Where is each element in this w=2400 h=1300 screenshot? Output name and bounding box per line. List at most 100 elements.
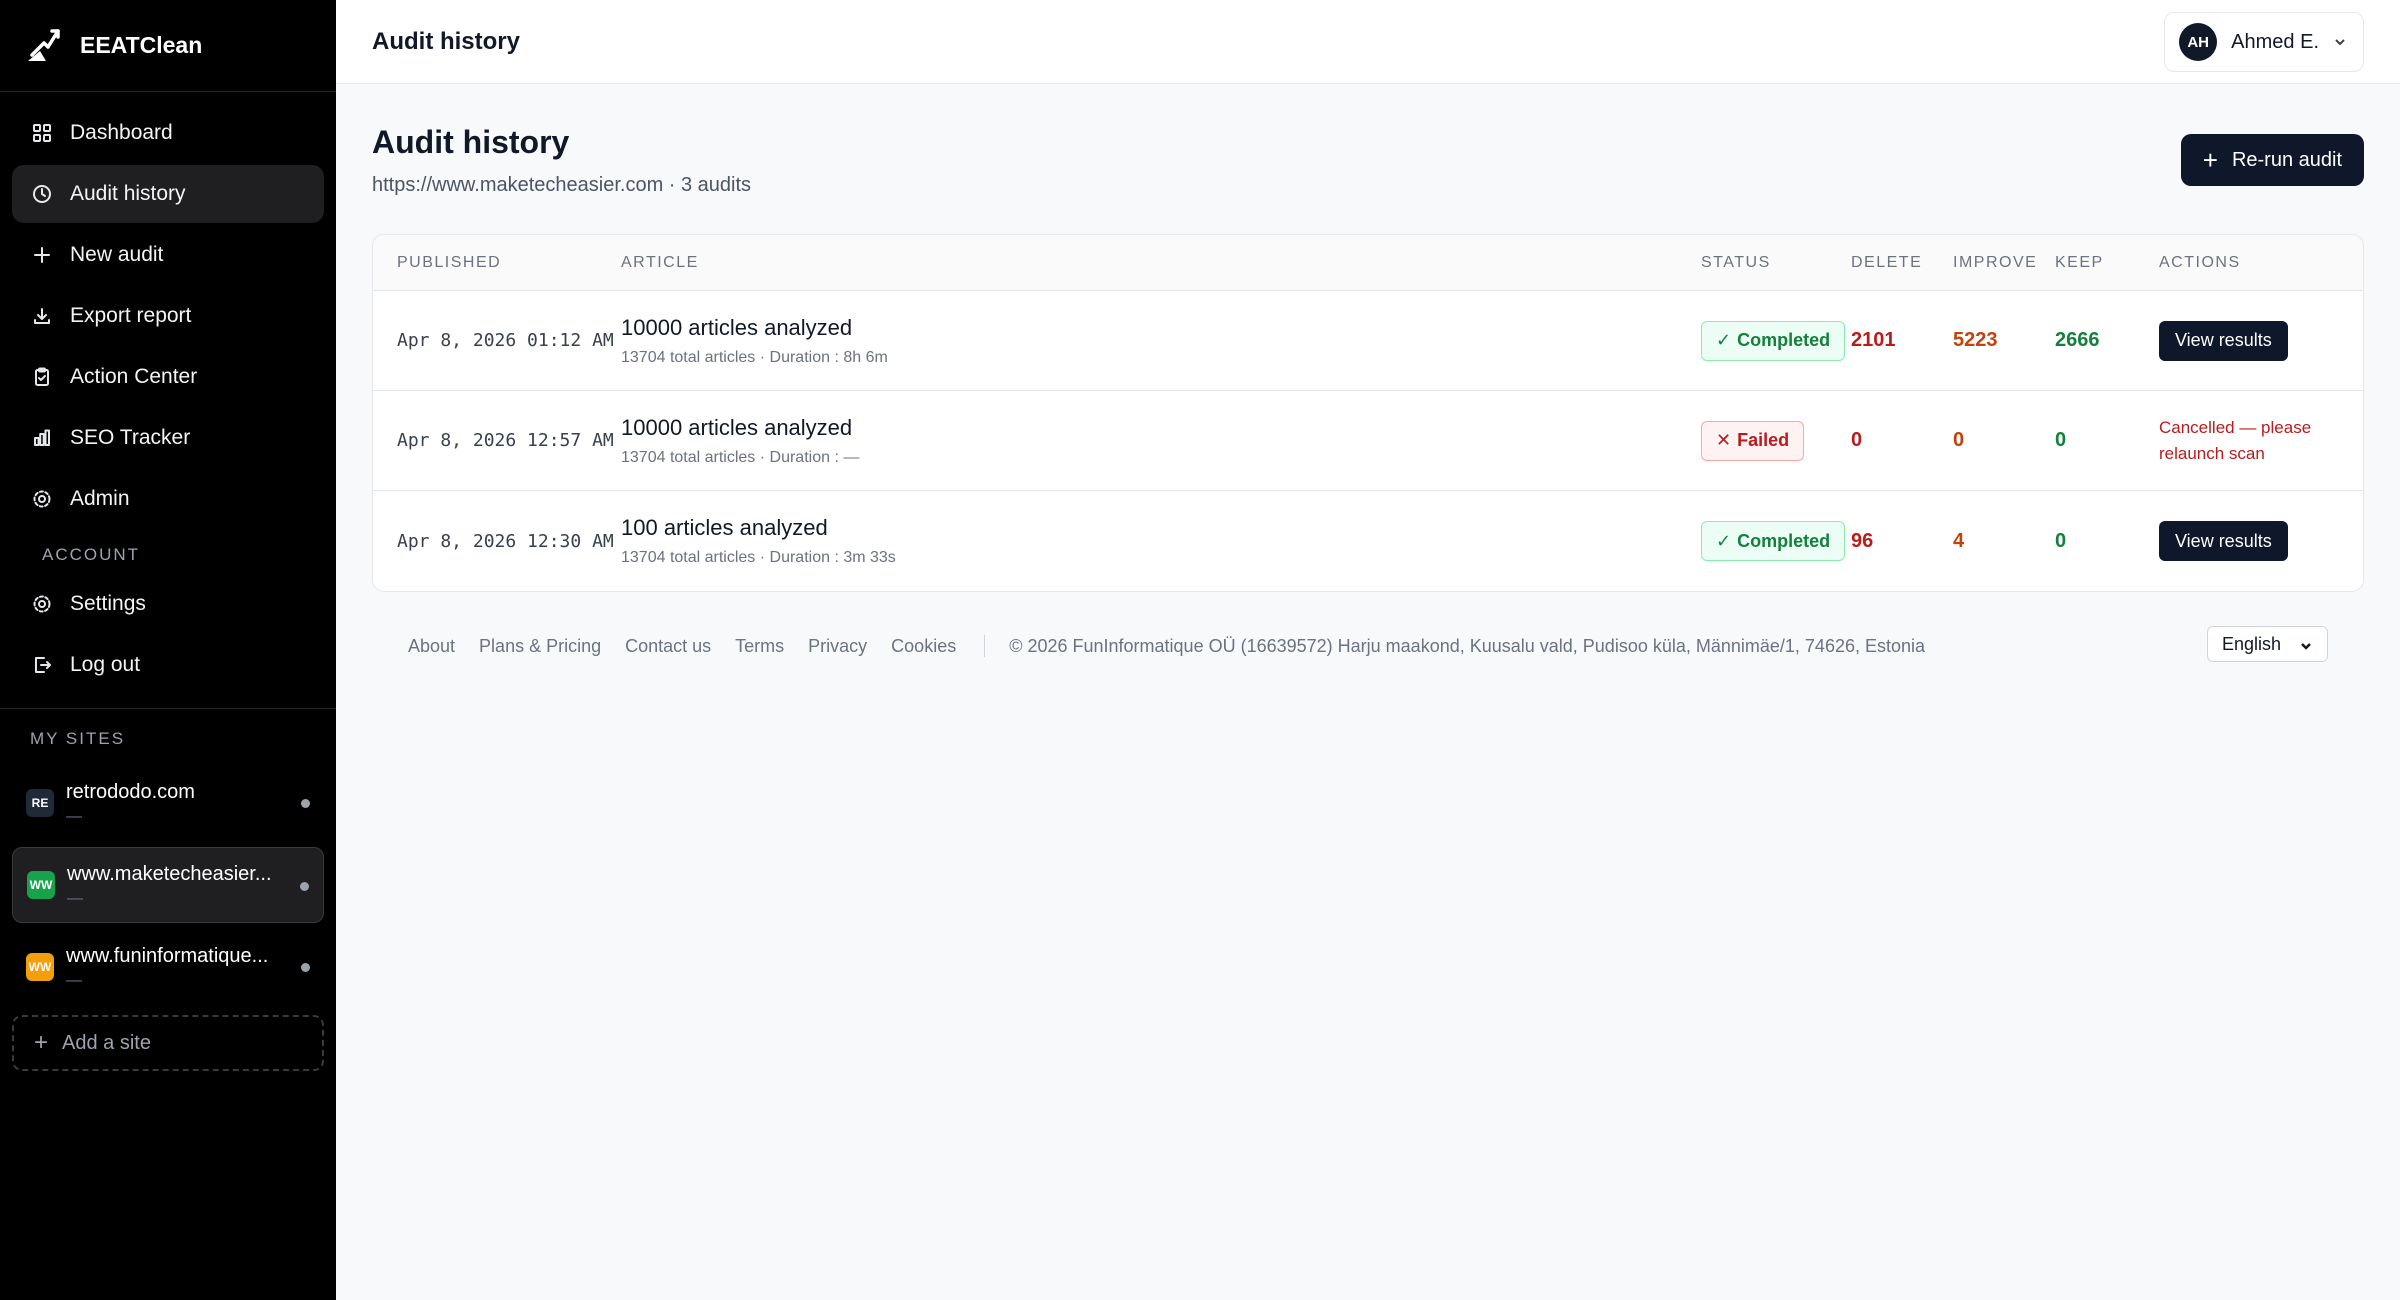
delete-count: 2101 (1851, 329, 1896, 351)
main-content: Audit history https://www.maketecheasier… (336, 84, 2400, 1300)
gear-icon (32, 594, 52, 614)
improve-count: 4 (1953, 529, 1965, 552)
site-name: retrododo.com (66, 780, 195, 803)
footer-link-about[interactable]: About (408, 636, 455, 657)
article-cell: 100 articles analyzed 13704 total articl… (621, 515, 896, 567)
gear-icon (32, 489, 52, 509)
brand-name: EEATClean (80, 32, 203, 58)
column-header-article: ARTICLE (621, 253, 699, 271)
column-header-delete: DELETE (1851, 253, 1923, 271)
status-label: Completed (1737, 530, 1831, 551)
status-badge: ✓ Completed (1701, 320, 1846, 361)
nav-item-settings[interactable]: Settings (12, 575, 324, 633)
site-sub: — (66, 971, 82, 989)
footer-link-cookies[interactable]: Cookies (891, 636, 956, 657)
published-date: Apr 8, 2026 01:12 AM (397, 330, 614, 351)
nav-item-dashboard[interactable]: Dashboard (12, 104, 324, 162)
clipboard-icon (32, 367, 52, 387)
article-title: 10000 articles analyzed (621, 314, 853, 340)
article-cell: 10000 articles analyzed 13704 total arti… (621, 315, 888, 367)
rerun-audit-button[interactable]: + Re-run audit (2180, 134, 2364, 186)
footer-link-contact[interactable]: Contact us (625, 636, 711, 657)
add-site-label: Add a site (62, 1031, 151, 1054)
site-item[interactable]: WW www.funinformatique... — (12, 929, 324, 1005)
article-title: 100 articles analyzed (621, 515, 828, 540)
nav-item-seo-tracker[interactable]: SEO Tracker (12, 409, 324, 467)
nav-label: Dashboard (70, 121, 173, 144)
topbar-title: Audit history (372, 27, 520, 55)
chevron-down-icon (2333, 35, 2347, 49)
view-results-button[interactable]: View results (2159, 320, 2288, 361)
nav-item-new-audit[interactable]: New audit (12, 226, 324, 284)
chevron-down-icon (2299, 637, 2313, 651)
footer-link-privacy[interactable]: Privacy (808, 636, 867, 657)
column-header-actions: ACTIONS (2159, 253, 2241, 271)
site-item[interactable]: WW www.maketecheasier... — (12, 847, 324, 923)
nav-label: New audit (70, 243, 164, 266)
rerun-label: Re-run audit (2231, 148, 2342, 171)
delete-count: 0 (1851, 429, 1863, 451)
grid-icon (32, 123, 52, 143)
article-cell: 10000 articles analyzed 13704 total arti… (621, 415, 859, 467)
nav-item-export-report[interactable]: Export report (12, 287, 324, 345)
status-badge: ✓ Completed (1701, 521, 1846, 561)
account-section-label: ACCOUNT (42, 545, 141, 564)
top-bar: Audit history AH Ahmed E. (336, 0, 2400, 84)
table-row: Apr 8, 2026 12:57 AM 10000 articles anal… (373, 391, 2363, 491)
site-name: www.maketecheasier... (67, 862, 272, 885)
table-row: Apr 8, 2026 12:30 AM 100 articles analyz… (373, 491, 2363, 591)
language-select[interactable]: English (2206, 626, 2328, 662)
add-site-button[interactable]: + Add a site (12, 1015, 324, 1071)
page-title: Audit history (372, 124, 570, 160)
site-badge: RE (26, 789, 54, 817)
nav-label: Settings (70, 592, 146, 615)
footer-link-terms[interactable]: Terms (735, 636, 784, 657)
site-badge: WW (26, 953, 54, 981)
clock-icon (32, 184, 52, 204)
article-meta: 13704 total articles · Duration : 3m 33s (621, 549, 896, 566)
nav-label: Audit history (70, 182, 186, 205)
footer: About Plans & Pricing Contact us Terms P… (408, 626, 2328, 666)
site-status-dot (301, 799, 310, 808)
plus-icon: + (2202, 145, 2218, 175)
sidebar: EEATClean Dashboard Audit history New au… (0, 0, 336, 1300)
nav-item-action-center[interactable]: Action Center (12, 348, 324, 406)
my-sites-label: MY SITES (30, 729, 126, 748)
site-item[interactable]: RE retrododo.com — (12, 765, 324, 841)
cancelled-note: Cancelled — please relaunch scan (2159, 417, 2312, 463)
footer-link-pricing[interactable]: Plans & Pricing (479, 636, 601, 657)
nav-label: Action Center (70, 365, 198, 388)
keep-count: 0 (2055, 529, 2067, 552)
nav-label: SEO Tracker (70, 426, 191, 449)
column-header-status: STATUS (1701, 253, 1771, 271)
view-results-button[interactable]: View results (2159, 521, 2288, 561)
site-badge: WW (27, 871, 55, 899)
plus-icon (32, 245, 52, 265)
footer-separator (984, 635, 986, 657)
column-header-published: PUBLISHED (397, 253, 502, 271)
status-label: Failed (1737, 430, 1790, 450)
nav-item-log-out[interactable]: Log out (12, 636, 324, 694)
site-sub: — (66, 807, 82, 825)
user-menu-button[interactable]: AH Ahmed E. (2164, 12, 2364, 72)
audit-table: PUBLISHED ARTICLE STATUS DELETE IMPROVE … (372, 234, 2364, 592)
table-header: PUBLISHED ARTICLE STATUS DELETE IMPROVE … (373, 235, 2363, 291)
nav-label: Admin (70, 487, 130, 510)
footer-copyright: © 2026 FunInformatique OÜ (16639572) Har… (1009, 635, 1926, 656)
brand-logo-icon (28, 28, 60, 61)
article-meta: 13704 total articles · Duration : — (621, 448, 860, 466)
check-icon: ✓ (1716, 530, 1732, 551)
improve-count: 5223 (1953, 329, 1998, 351)
nav-item-audit-history[interactable]: Audit history (12, 165, 324, 223)
brand[interactable]: EEATClean (0, 0, 336, 92)
user-name: Ahmed E. (2231, 30, 2319, 53)
check-icon: ✓ (1716, 330, 1732, 350)
published-date: Apr 8, 2026 12:30 AM (397, 530, 614, 552)
nav-item-admin[interactable]: Admin (12, 470, 324, 528)
nav-label: Export report (70, 304, 192, 327)
article-meta: 13704 total articles · Duration : 8h 6m (621, 348, 888, 366)
delete-count: 96 (1851, 529, 1874, 552)
keep-count: 0 (2055, 429, 2067, 451)
keep-count: 2666 (2055, 329, 2100, 351)
table-row: Apr 8, 2026 01:12 AM 10000 articles anal… (373, 291, 2363, 391)
